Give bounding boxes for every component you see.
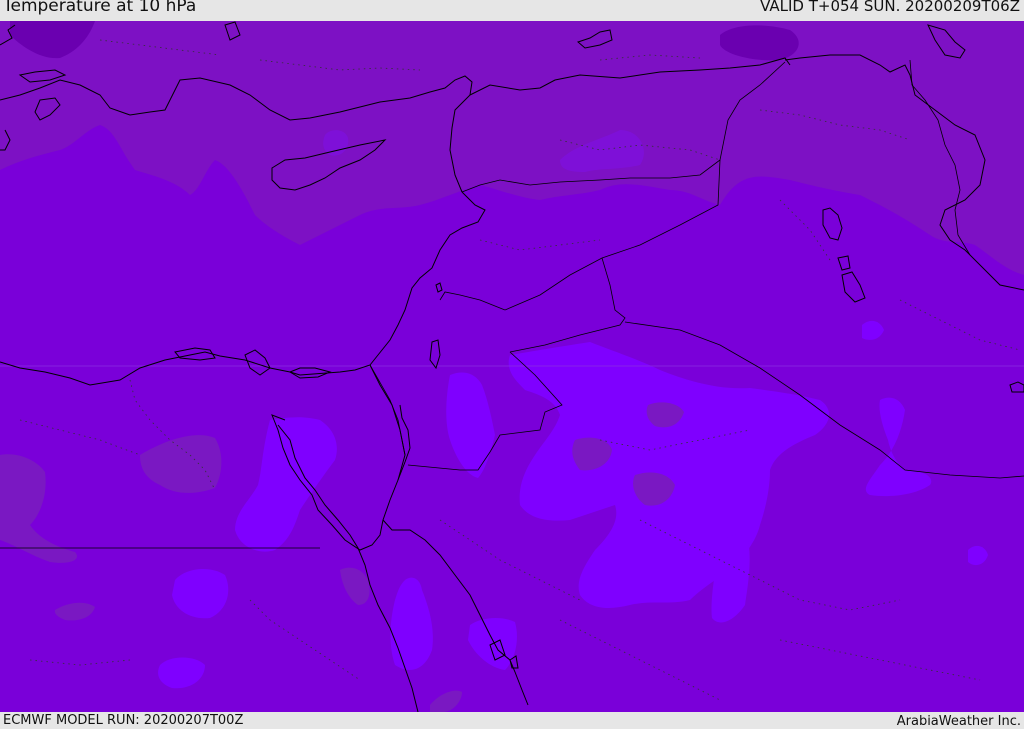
valid-time-label: VALID T+054 SUN. 20200209T06Z <box>760 0 1020 15</box>
footer-bar: ECMWF MODEL RUN: 20200207T00Z ArabiaWeat… <box>0 712 1024 729</box>
map-figure: Temperature at 10 hPa VALID T+054 SUN. 2… <box>0 0 1024 729</box>
map-canvas <box>0 21 1024 712</box>
map-title: Temperature at 10 hPa <box>3 0 197 16</box>
temperature-map <box>0 21 1024 712</box>
header-bar: Temperature at 10 hPa VALID T+054 SUN. 2… <box>0 0 1024 21</box>
model-run-label: ECMWF MODEL RUN: 20200207T00Z <box>3 713 244 728</box>
credit-label: ArabiaWeather Inc. <box>896 714 1021 729</box>
